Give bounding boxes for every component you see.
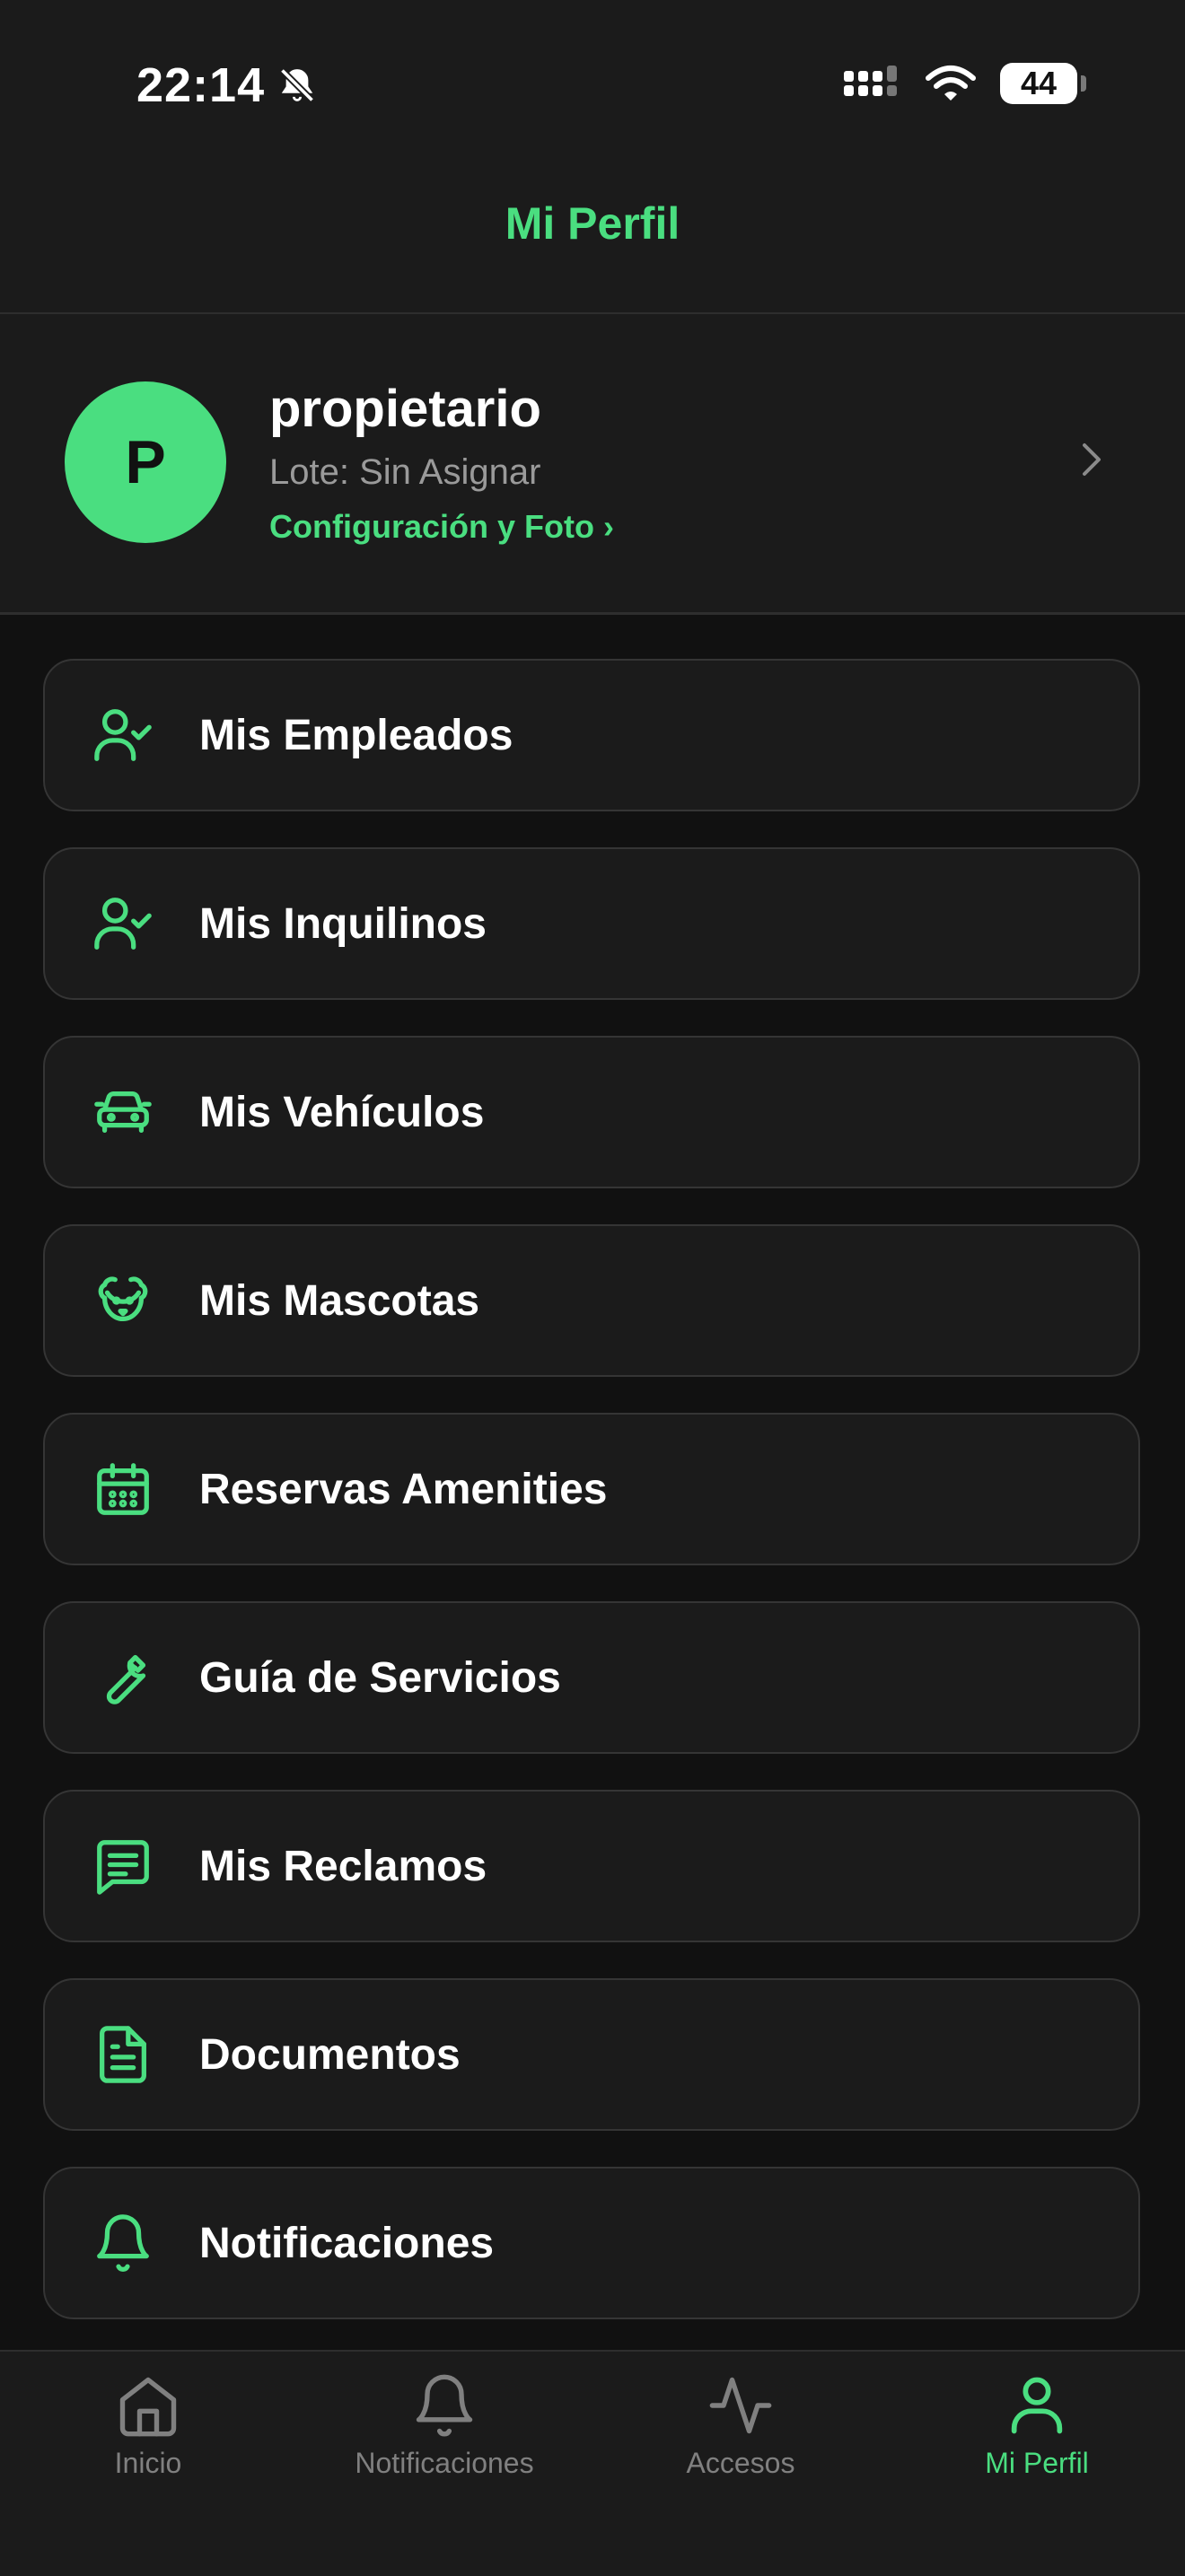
- home-icon: [114, 2371, 182, 2440]
- status-time: 22:14: [136, 57, 317, 113]
- user-check-icon: [92, 892, 154, 955]
- bell-off-icon: [277, 66, 317, 105]
- menu-item-label: Guía de Servicios: [199, 1653, 561, 1702]
- user-icon: [1003, 2371, 1071, 2440]
- cellular-signal-icon: [842, 64, 901, 103]
- battery-level: 44: [1020, 65, 1058, 101]
- tab-mi-perfil[interactable]: Mi Perfil: [889, 2371, 1185, 2480]
- tab-label: Accesos: [686, 2447, 795, 2479]
- bell-icon: [92, 2212, 154, 2274]
- menu-item-mis-reclamos[interactable]: Mis Reclamos: [43, 1790, 1140, 1942]
- menu-item-reservas-amenities[interactable]: Reservas Amenities: [43, 1413, 1140, 1565]
- menu-item-documentos[interactable]: Documentos: [43, 1978, 1140, 2131]
- wifi-icon: [925, 64, 977, 103]
- profile-lote: Lote: Sin Asignar: [269, 452, 541, 492]
- menu-item-mis-inquilinos[interactable]: Mis Inquilinos: [43, 847, 1140, 1000]
- tab-notificaciones[interactable]: Notificaciones: [296, 2371, 592, 2480]
- menu-item-mis-empleados[interactable]: Mis Empleados: [43, 659, 1140, 811]
- menu-item-label: Mis Inquilinos: [199, 899, 487, 948]
- activity-icon: [707, 2371, 775, 2440]
- avatar-letter: P: [125, 428, 166, 496]
- calendar-icon: [92, 1458, 154, 1520]
- profile-menu: Mis Empleados Mis Inquilinos Mis Vehícul…: [43, 659, 1140, 2355]
- tab-inicio[interactable]: Inicio: [0, 2371, 296, 2480]
- menu-item-label: Reservas Amenities: [199, 1465, 608, 1513]
- tab-accesos[interactable]: Accesos: [592, 2371, 889, 2480]
- menu-item-label: Mis Empleados: [199, 711, 514, 759]
- bell-icon: [410, 2371, 478, 2440]
- document-icon: [92, 2023, 154, 2086]
- page-header: Mi Perfil: [0, 171, 1185, 314]
- config-photo-link[interactable]: Configuración y Foto ›: [269, 508, 614, 546]
- chevron-right-icon[interactable]: [1077, 438, 1106, 481]
- bottom-tab-bar: Inicio Notificaciones Accesos Mi Perfil: [0, 2350, 1185, 2576]
- status-time-text: 22:14: [136, 58, 266, 112]
- menu-item-notificaciones[interactable]: Notificaciones: [43, 2167, 1140, 2319]
- profile-name: propietario: [269, 380, 541, 438]
- status-indicators: 44: [842, 63, 1086, 104]
- menu-item-guia-servicios[interactable]: Guía de Servicios: [43, 1601, 1140, 1754]
- menu-item-label: Notificaciones: [199, 2219, 495, 2267]
- user-check-icon: [92, 704, 154, 767]
- tab-label: Inicio: [114, 2447, 182, 2479]
- menu-item-label: Documentos: [199, 2030, 461, 2079]
- page-title: Mi Perfil: [505, 198, 680, 249]
- menu-item-label: Mis Mascotas: [199, 1276, 480, 1325]
- menu-item-label: Mis Reclamos: [199, 1842, 487, 1890]
- message-icon: [92, 1835, 154, 1897]
- menu-item-mis-vehiculos[interactable]: Mis Vehículos: [43, 1036, 1140, 1188]
- menu-item-label: Mis Vehículos: [199, 1088, 485, 1136]
- tab-label: Mi Perfil: [985, 2447, 1089, 2479]
- wrench-icon: [92, 1646, 154, 1709]
- tab-label: Notificaciones: [355, 2447, 534, 2479]
- battery-indicator: 44: [1000, 63, 1086, 104]
- car-icon: [92, 1081, 154, 1143]
- status-bar: 22:14 44: [0, 0, 1185, 171]
- menu-item-mis-mascotas[interactable]: Mis Mascotas: [43, 1224, 1140, 1377]
- profile-card[interactable]: P propietario Lote: Sin Asignar Configur…: [0, 314, 1185, 615]
- avatar[interactable]: P: [65, 381, 226, 543]
- dog-icon: [92, 1269, 154, 1332]
